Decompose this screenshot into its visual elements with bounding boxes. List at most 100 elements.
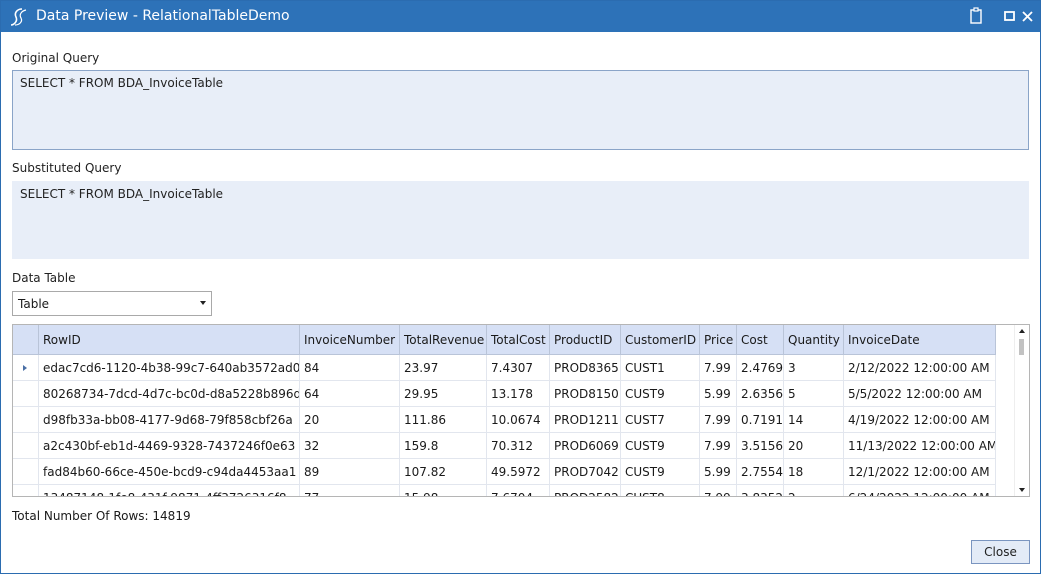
column-header-totalrevenue[interactable]: TotalRevenue [400, 325, 487, 355]
substituted-query-box[interactable]: SELECT * FROM BDA_InvoiceTable [12, 181, 1029, 259]
cell-totalcost[interactable]: 7.4307 [487, 355, 550, 381]
cell-productid[interactable]: PROD1211 [550, 407, 621, 433]
cell-quantity[interactable]: 2 [784, 485, 844, 496]
row-selector[interactable] [13, 459, 39, 485]
cell-price[interactable]: 7.99 [700, 485, 737, 496]
cell-cost[interactable]: 3.8352 [737, 485, 784, 496]
cell-cost[interactable]: 2.6356 [737, 381, 784, 407]
cell-quantity[interactable]: 5 [784, 381, 844, 407]
cell-productid[interactable]: PROD6069 [550, 433, 621, 459]
cell-cost[interactable]: 2.4769 [737, 355, 784, 381]
row-selector[interactable] [13, 485, 39, 496]
column-header-rowid[interactable]: RowID [39, 325, 300, 355]
original-query-box[interactable]: SELECT * FROM BDA_InvoiceTable [12, 70, 1029, 150]
substituted-query-text: SELECT * FROM BDA_InvoiceTable [20, 187, 224, 201]
cell-quantity[interactable]: 20 [784, 433, 844, 459]
cell-invoicedate[interactable]: 2/12/2022 12:00:00 AM [844, 355, 996, 381]
scroll-up-icon[interactable] [1019, 329, 1025, 333]
total-rows-text: Total Number Of Rows: 14819 [12, 509, 191, 523]
cell-totalrevenue[interactable]: 23.97 [400, 355, 487, 381]
column-header-invoicedate[interactable]: InvoiceDate [844, 325, 996, 355]
cell-invoicenumber[interactable]: 77 [300, 485, 400, 496]
cell-invoicedate[interactable]: 11/13/2022 12:00:00 AM [844, 433, 996, 459]
cell-rowid[interactable]: a2c430bf-eb1d-4469-9328-7437246f0e63 [39, 433, 300, 459]
scroll-down-icon[interactable] [1019, 488, 1025, 492]
row-selector[interactable] [13, 433, 39, 459]
cell-rowid[interactable]: 80268734-7dcd-4d7c-bc0d-d8a5228b896d [39, 381, 300, 407]
grid-corner-header [13, 325, 39, 355]
table-row[interactable]: 80268734-7dcd-4d7c-bc0d-d8a5228b896d 64 … [13, 381, 1017, 407]
column-header-quantity[interactable]: Quantity [784, 325, 844, 355]
row-selector[interactable] [13, 407, 39, 433]
cell-totalcost[interactable]: 49.5972 [487, 459, 550, 485]
row-selector[interactable] [13, 355, 39, 381]
cell-totalrevenue[interactable]: 159.8 [400, 433, 487, 459]
cell-productid[interactable]: PROD8150 [550, 381, 621, 407]
table-row[interactable]: fad84b60-66ce-450e-bcd9-c94da4453aa1 89 … [13, 459, 1017, 485]
maximize-icon[interactable] [1000, 6, 1020, 26]
clipboard-icon[interactable] [966, 6, 986, 26]
cell-totalrevenue[interactable]: 107.82 [400, 459, 487, 485]
cell-customerid[interactable]: CUST9 [621, 433, 700, 459]
column-header-productid[interactable]: ProductID [550, 325, 621, 355]
cell-invoicenumber[interactable]: 64 [300, 381, 400, 407]
window-title: Data Preview - RelationalTableDemo [36, 8, 290, 24]
cell-cost[interactable]: 2.7554 [737, 459, 784, 485]
column-header-price[interactable]: Price [700, 325, 737, 355]
row-selector[interactable] [13, 381, 39, 407]
data-preview-window: Data Preview - RelationalTableDemo Origi… [0, 0, 1041, 574]
cell-cost[interactable]: 3.5156 [737, 433, 784, 459]
cell-totalcost[interactable]: 13.178 [487, 381, 550, 407]
cell-rowid[interactable]: edac7cd6-1120-4b38-99c7-640ab3572ad0 [39, 355, 300, 381]
cell-invoicenumber[interactable]: 32 [300, 433, 400, 459]
cell-customerid[interactable]: CUST9 [621, 381, 700, 407]
cell-quantity[interactable]: 14 [784, 407, 844, 433]
cell-price[interactable]: 5.99 [700, 459, 737, 485]
cell-productid[interactable]: PROD8365 [550, 355, 621, 381]
vertical-scrollbar[interactable] [1014, 325, 1029, 496]
column-header-customerid[interactable]: CustomerID [621, 325, 700, 355]
cell-price[interactable]: 7.99 [700, 355, 737, 381]
cell-customerid[interactable]: CUST7 [621, 407, 700, 433]
cell-totalrevenue[interactable]: 111.86 [400, 407, 487, 433]
cell-productid[interactable]: PROD2582 [550, 485, 621, 496]
cell-customerid[interactable]: CUST1 [621, 355, 700, 381]
table-row[interactable]: edac7cd6-1120-4b38-99c7-640ab3572ad0 84 … [13, 355, 1017, 381]
close-icon[interactable] [1018, 6, 1038, 26]
table-row[interactable]: 13487148-1fe8-431f-9871-4ff3726316f8 77 … [13, 485, 1017, 496]
cell-price[interactable]: 7.99 [700, 433, 737, 459]
cell-invoicedate[interactable]: 5/5/2022 12:00:00 AM [844, 381, 996, 407]
cell-invoicedate[interactable]: 6/24/2022 12:00:00 AM [844, 485, 996, 496]
data-grid[interactable]: RowID InvoiceNumber TotalRevenue TotalCo… [12, 324, 1030, 497]
cell-customerid[interactable]: CUST8 [621, 485, 700, 496]
cell-totalcost[interactable]: 10.0674 [487, 407, 550, 433]
cell-invoicenumber[interactable]: 89 [300, 459, 400, 485]
cell-totalcost[interactable]: 7.6704 [487, 485, 550, 496]
cell-invoicenumber[interactable]: 20 [300, 407, 400, 433]
cell-productid[interactable]: PROD7042 [550, 459, 621, 485]
column-header-totalcost[interactable]: TotalCost [487, 325, 550, 355]
cell-quantity[interactable]: 3 [784, 355, 844, 381]
chevron-down-icon [200, 301, 206, 305]
cell-rowid[interactable]: 13487148-1fe8-431f-9871-4ff3726316f8 [39, 485, 300, 496]
cell-price[interactable]: 7.99 [700, 407, 737, 433]
column-header-invoicenumber[interactable]: InvoiceNumber [300, 325, 400, 355]
table-row[interactable]: a2c430bf-eb1d-4469-9328-7437246f0e63 32 … [13, 433, 1017, 459]
cell-quantity[interactable]: 18 [784, 459, 844, 485]
cell-invoicedate[interactable]: 4/19/2022 12:00:00 AM [844, 407, 996, 433]
column-header-cost[interactable]: Cost [737, 325, 784, 355]
cell-invoicenumber[interactable]: 84 [300, 355, 400, 381]
data-table-select[interactable]: Table [12, 291, 212, 316]
cell-totalrevenue[interactable]: 29.95 [400, 381, 487, 407]
cell-rowid[interactable]: fad84b60-66ce-450e-bcd9-c94da4453aa1 [39, 459, 300, 485]
cell-totalcost[interactable]: 70.312 [487, 433, 550, 459]
cell-totalrevenue[interactable]: 15.98 [400, 485, 487, 496]
close-button[interactable]: Close [971, 540, 1030, 564]
cell-customerid[interactable]: CUST9 [621, 459, 700, 485]
cell-cost[interactable]: 0.7191 [737, 407, 784, 433]
scroll-thumb[interactable] [1019, 339, 1024, 355]
cell-rowid[interactable]: d98fb33a-bb08-4177-9d68-79f858cbf26a [39, 407, 300, 433]
table-row[interactable]: d98fb33a-bb08-4177-9d68-79f858cbf26a 20 … [13, 407, 1017, 433]
cell-invoicedate[interactable]: 12/1/2022 12:00:00 AM [844, 459, 996, 485]
cell-price[interactable]: 5.99 [700, 381, 737, 407]
